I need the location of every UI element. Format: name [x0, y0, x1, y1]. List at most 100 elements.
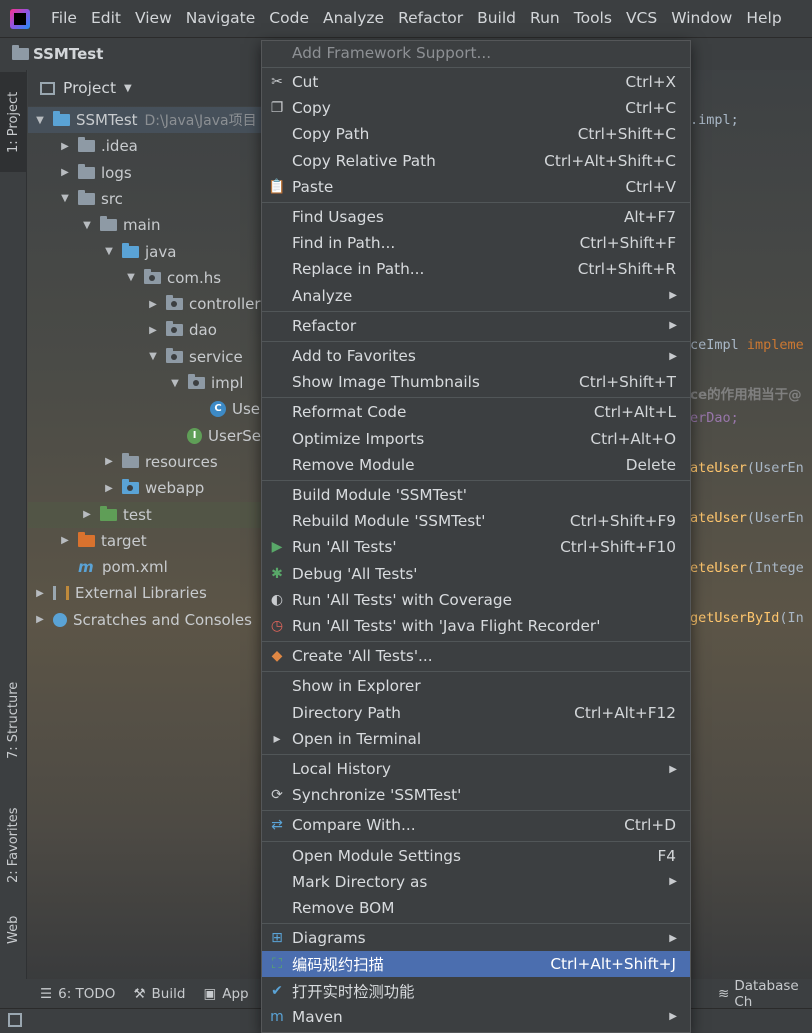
tree-item-controller[interactable]: ▶ controller: [28, 291, 261, 317]
expand-arrow-icon[interactable]: ▼: [58, 193, 72, 204]
tree-item-pom-xml[interactable]: m pom.xml: [28, 554, 261, 580]
collapse-arrow-icon[interactable]: ▶: [33, 588, 47, 599]
tree-item-impl[interactable]: ▼ impl: [28, 370, 261, 396]
menu-item-copy[interactable]: ❐ Copy Ctrl+C: [262, 95, 690, 121]
tree-item-java[interactable]: ▼ java: [28, 239, 261, 265]
collapse-arrow-icon[interactable]: ▶: [102, 483, 116, 494]
menu-build[interactable]: Build: [470, 0, 523, 37]
tree-item-scratches-and-consoles[interactable]: ▶ Scratches and Consoles: [28, 607, 261, 633]
menu-item-maven[interactable]: m Maven ▶: [262, 1004, 690, 1030]
menu-item-add-framework-support[interactable]: Add Framework Support...: [262, 41, 690, 65]
tree-item-service[interactable]: ▼ service: [28, 344, 261, 370]
project-panel-header[interactable]: Project ▼: [28, 70, 261, 106]
tree-item-dao[interactable]: ▶ dao: [28, 317, 261, 343]
menu-item-local-history[interactable]: Local History ▶: [262, 756, 690, 782]
menu-item-synchronize-ssmtest[interactable]: ⟳ Synchronize 'SSMTest': [262, 782, 690, 808]
menu-item-find-usages[interactable]: Find Usages Alt+F7: [262, 204, 690, 230]
collapse-arrow-icon[interactable]: ▶: [146, 325, 160, 336]
menu-edit[interactable]: Edit: [84, 0, 128, 37]
collapse-arrow-icon[interactable]: ▶: [80, 509, 94, 520]
menu-window[interactable]: Window: [664, 0, 739, 37]
menu-item-run-all-tests-with-coverage[interactable]: ◐ Run 'All Tests' with Coverage: [262, 587, 690, 613]
tree-item-logs[interactable]: ▶ logs: [28, 160, 261, 186]
tab-project[interactable]: 1: Project: [0, 72, 27, 172]
menu-code[interactable]: Code: [262, 0, 316, 37]
collapse-arrow-icon[interactable]: ▶: [146, 299, 160, 310]
chevron-down-icon[interactable]: ▼: [124, 83, 132, 94]
tree-item-main[interactable]: ▼ main: [28, 212, 261, 238]
menu-item-paste[interactable]: 📋 Paste Ctrl+V: [262, 174, 690, 200]
menu-item-find-in-path[interactable]: Find in Path... Ctrl+Shift+F: [262, 230, 690, 256]
menu-vcs[interactable]: VCS: [619, 0, 664, 37]
tab-todo[interactable]: ☰ 6: TODO: [40, 986, 115, 1002]
menu-run[interactable]: Run: [523, 0, 567, 37]
tab-web[interactable]: Web: [0, 910, 27, 950]
menu-item-show-in-explorer[interactable]: Show in Explorer: [262, 673, 690, 699]
tree-item-userse[interactable]: I UserSe: [28, 423, 261, 449]
menu-view[interactable]: View: [128, 0, 179, 37]
expand-arrow-icon[interactable]: ▼: [146, 351, 160, 362]
menu-item-run-all-tests-with-java-flight-recorder[interactable]: ◷ Run 'All Tests' with 'Java Flight Recor…: [262, 613, 690, 639]
menu-item-refactor[interactable]: Refactor ▶: [262, 313, 690, 339]
menu-item-mark-directory-as[interactable]: Mark Directory as ▶: [262, 869, 690, 895]
menu-item-remove-module[interactable]: Remove Module Delete: [262, 452, 690, 478]
menu-item-cut[interactable]: ✂ Cut Ctrl+X: [262, 69, 690, 95]
tree-item-webapp[interactable]: ▶ webapp: [28, 475, 261, 501]
expand-arrow-icon[interactable]: ▼: [124, 272, 138, 283]
menu-item-item-11-1[interactable]: ⛶ 编码规约扫描 Ctrl+Alt+Shift+J: [262, 951, 690, 978]
menu-item-reformat-code[interactable]: Reformat Code Ctrl+Alt+L: [262, 399, 690, 425]
menu-help[interactable]: Help: [739, 0, 788, 37]
menu-item-debug-all-tests[interactable]: ✱ Debug 'All Tests': [262, 561, 690, 587]
menu-item-analyze[interactable]: Analyze ▶: [262, 283, 690, 309]
tree-item-src[interactable]: ▼ src: [28, 186, 261, 212]
tree-item-test[interactable]: ▶ test: [28, 501, 261, 528]
menu-item-show-image-thumbnails[interactable]: Show Image Thumbnails Ctrl+Shift+T: [262, 369, 690, 395]
menu-item-open-module-settings[interactable]: Open Module Settings F4: [262, 843, 690, 869]
menu-item-copy-relative-path[interactable]: Copy Relative Path Ctrl+Alt+Shift+C: [262, 148, 690, 174]
menu-item-remove-bom[interactable]: Remove BOM: [262, 895, 690, 921]
menu-item-open-in-terminal[interactable]: ▸ Open in Terminal: [262, 726, 690, 752]
collapse-arrow-icon[interactable]: ▶: [102, 456, 116, 467]
tab-favorites[interactable]: 2: Favorites: [0, 795, 27, 895]
tree-item-use[interactable]: C Use: [28, 396, 261, 422]
expand-arrow-icon[interactable]: ▼: [168, 378, 182, 389]
tab-app[interactable]: ▣ App: [203, 986, 248, 1002]
tab-database-changes[interactable]: ≋ Database Ch: [718, 978, 799, 1010]
collapse-arrow-icon[interactable]: ▶: [33, 614, 47, 625]
tree-item-ssmtest[interactable]: ▼ SSMTest D:\Java\Java项目: [28, 107, 261, 133]
menu-tools[interactable]: Tools: [567, 0, 619, 37]
menu-item-run-all-tests[interactable]: ▶ Run 'All Tests' Ctrl+Shift+F10: [262, 534, 690, 560]
menu-item-compare-with[interactable]: ⇄ Compare With... Ctrl+D: [262, 812, 690, 838]
tree-item-external-libraries[interactable]: ▶ External Libraries: [28, 580, 261, 606]
collapse-arrow-icon[interactable]: ▶: [58, 167, 72, 178]
breadcrumb-project[interactable]: SSMTest: [33, 45, 103, 63]
expand-arrow-icon[interactable]: ▼: [80, 220, 94, 231]
collapse-arrow-icon[interactable]: ▶: [58, 141, 72, 152]
menu-item-create-all-tests[interactable]: ◆ Create 'All Tests'...: [262, 643, 690, 669]
tree-item-target[interactable]: ▶ target: [28, 528, 261, 554]
collapse-arrow-icon[interactable]: ▶: [58, 535, 72, 546]
menu-item-replace-in-path[interactable]: Replace in Path... Ctrl+Shift+R: [262, 256, 690, 282]
menu-refactor[interactable]: Refactor: [391, 0, 470, 37]
menu-file[interactable]: File: [44, 0, 84, 37]
menu-item-build-module-ssmtest[interactable]: Build Module 'SSMTest': [262, 482, 690, 508]
tab-build[interactable]: ⚒ Build: [133, 986, 185, 1002]
tree-item-resources[interactable]: ▶ resources: [28, 449, 261, 475]
tab-structure[interactable]: 7: Structure: [0, 670, 27, 770]
code-token: .impl;: [690, 112, 739, 128]
menu-item-diagrams[interactable]: ⊞ Diagrams ▶: [262, 925, 690, 951]
menu-item-rebuild-module-ssmtest[interactable]: Rebuild Module 'SSMTest' Ctrl+Shift+F9: [262, 508, 690, 534]
menu-item-add-to-favorites[interactable]: Add to Favorites ▶: [262, 343, 690, 369]
menu-item-item-11-2[interactable]: ✔ 打开实时检测功能: [262, 978, 690, 1004]
expand-arrow-icon[interactable]: ▼: [102, 246, 116, 257]
menu-item-optimize-imports[interactable]: Optimize Imports Ctrl+Alt+O: [262, 426, 690, 452]
editor-area[interactable]: .impl; ceImpl impleme ce的作用相当于@ erDao; ateUs…: [690, 106, 812, 636]
tree-item-idea[interactable]: ▶ .idea: [28, 133, 261, 159]
toggle-tool-windows-icon[interactable]: [8, 1013, 22, 1027]
expand-arrow-icon[interactable]: ▼: [33, 115, 47, 126]
tree-item-com-hs[interactable]: ▼ com.hs: [28, 265, 261, 291]
menu-item-directory-path[interactable]: Directory Path Ctrl+Alt+F12: [262, 700, 690, 726]
menu-navigate[interactable]: Navigate: [179, 0, 263, 37]
menu-analyze[interactable]: Analyze: [316, 0, 391, 37]
menu-item-copy-path[interactable]: Copy Path Ctrl+Shift+C: [262, 121, 690, 147]
